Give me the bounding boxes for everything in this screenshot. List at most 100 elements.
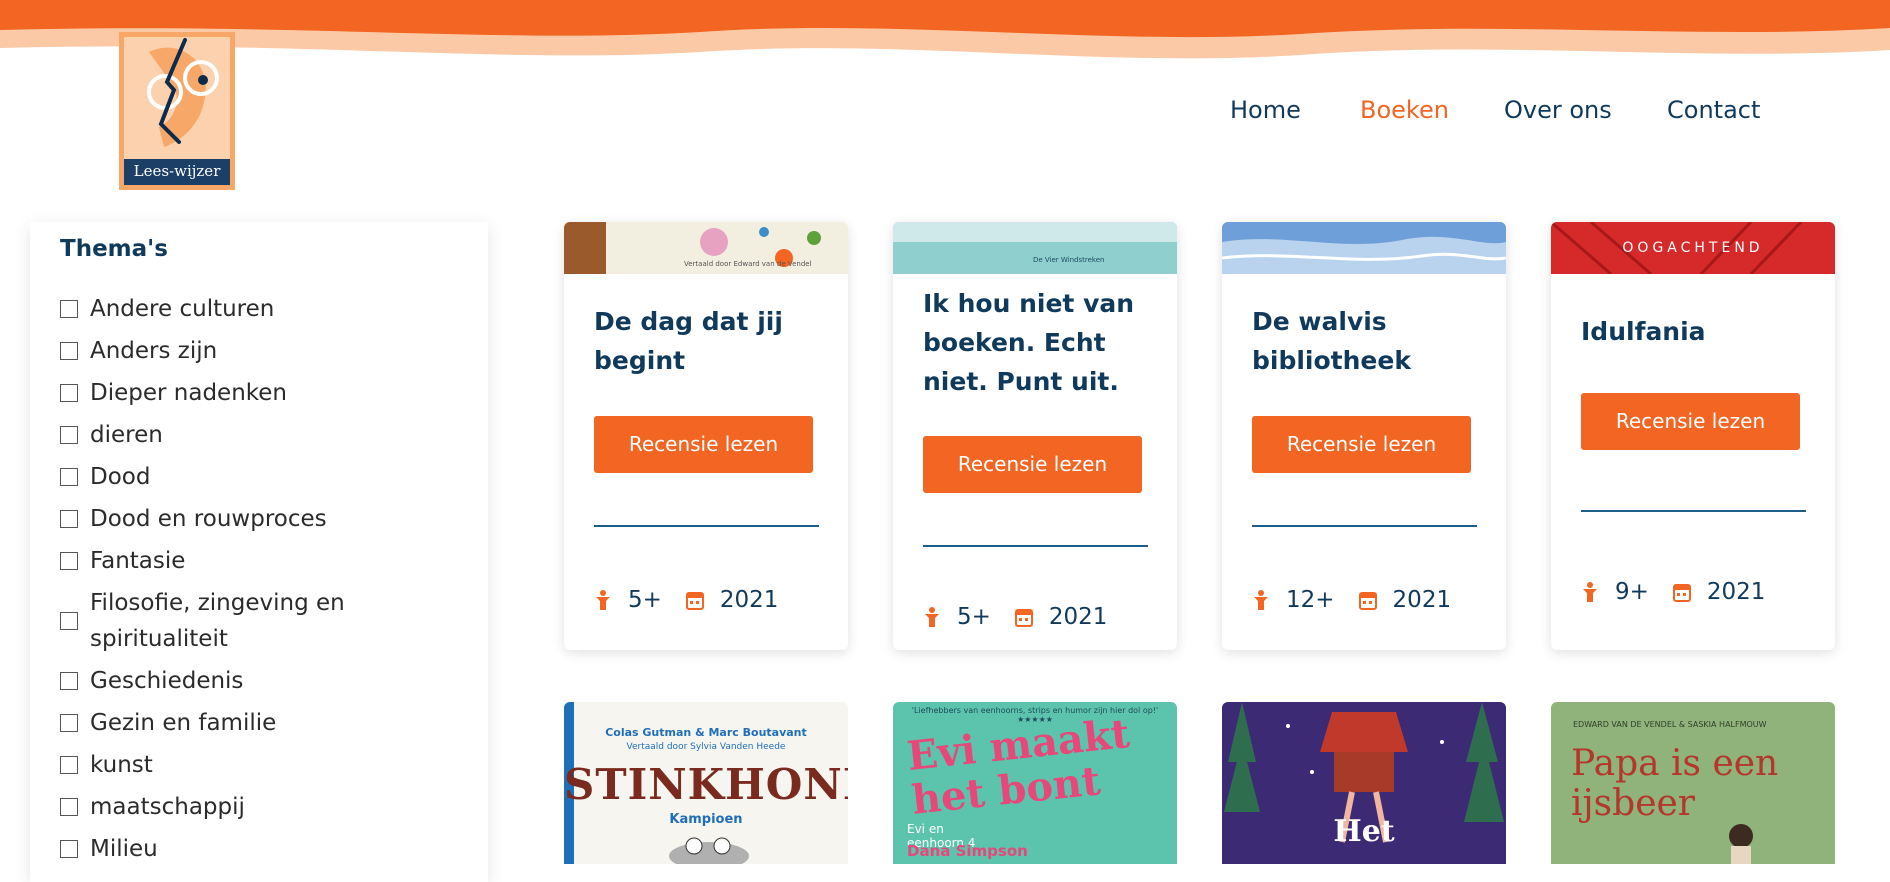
cover-author: Dana Simpson <box>907 842 1028 860</box>
book-card: De Vier Windstreken Ik hou niet van boek… <box>893 222 1177 650</box>
theme-filter-item[interactable]: Filosofie, zingeving en spiritualiteit <box>60 582 460 660</box>
book-card: De walvis bibliotheek Recensie lezen 12+… <box>1222 222 1506 650</box>
lees-wijzer-logo[interactable]: Lees-wijzer <box>119 32 235 190</box>
divider <box>1581 510 1806 512</box>
child-icon <box>925 607 939 627</box>
theme-label: Andere culturen <box>90 296 275 322</box>
theme-label: Dood en rouwproces <box>90 506 327 532</box>
cover-title: Het <box>1333 814 1395 849</box>
read-review-button[interactable]: Recensie lezen <box>923 436 1142 493</box>
book-card-cover[interactable]: EDWARD VAN DE VENDEL & SASKIA HALFMOUW P… <box>1551 702 1835 864</box>
calendar-icon <box>1358 592 1377 610</box>
book-card-cover[interactable]: Het <box>1222 702 1506 864</box>
year-value: 2021 <box>719 587 779 613</box>
cover-illustration <box>1729 824 1753 864</box>
book-meta: 12+ 2021 <box>1252 582 1475 618</box>
sidebar-title: Thema's <box>60 236 168 262</box>
year-value: 2021 <box>1048 604 1108 630</box>
theme-label: kunst <box>90 752 153 778</box>
theme-filter-item[interactable]: Gezin en familie <box>60 702 460 744</box>
theme-filter-item[interactable]: Milieu <box>60 828 460 870</box>
checkbox[interactable] <box>60 672 78 690</box>
year-value: 2021 <box>1706 579 1766 605</box>
nav-over-ons[interactable]: Over ons <box>1504 92 1612 128</box>
child-icon <box>1254 590 1268 610</box>
age-value: 9+ <box>1615 579 1649 605</box>
cover-text: OOGACHTEND <box>1622 240 1763 256</box>
header-wave <box>0 0 1890 59</box>
age-value: 12+ <box>1286 587 1335 613</box>
child-icon <box>1583 582 1597 602</box>
nav-boeken[interactable]: Boeken <box>1360 92 1449 128</box>
book-title[interactable]: Idulfania <box>1581 312 1811 351</box>
theme-label: Dood <box>90 464 151 490</box>
book-cover-image[interactable]: De Vier Windstreken <box>893 222 1177 274</box>
theme-label: Dieper nadenken <box>90 380 287 406</box>
cover-authors: Colas Gutman & Marc Boutavant <box>605 726 807 739</box>
theme-filter-item[interactable]: kunst <box>60 744 460 786</box>
book-card-cover[interactable]: Colas Gutman & Marc Boutavant Vertaald d… <box>564 702 848 864</box>
theme-label: Anders zijn <box>90 338 218 364</box>
theme-label: Fantasie <box>90 548 186 574</box>
child-icon <box>596 590 610 610</box>
nav-contact[interactable]: Contact <box>1667 92 1760 128</box>
theme-label: dieren <box>90 422 163 448</box>
theme-filter-item[interactable]: Anders zijn <box>60 330 460 372</box>
cover-text: Vertaald door Edward van de Vendel <box>684 260 812 268</box>
read-review-button[interactable]: Recensie lezen <box>1581 393 1800 450</box>
book-meta: 5+ 2021 <box>594 582 802 618</box>
book-title[interactable]: De walvis bibliotheek <box>1252 302 1482 380</box>
logo-text: Lees-wijzer <box>133 162 221 180</box>
cover-title: Evi maakt het bont <box>904 709 1132 824</box>
checkbox[interactable] <box>60 468 78 486</box>
book-card-cover[interactable]: 'Liefhebbers van eenhoorns, strips en hu… <box>893 702 1177 864</box>
book-meta: 9+ 2021 <box>1581 574 1789 610</box>
theme-filter-item[interactable]: Andere culturen <box>60 288 460 330</box>
cover-illustration <box>669 837 749 864</box>
calendar-icon <box>1672 584 1691 602</box>
theme-label: Filosofie, zingeving en spiritualiteit <box>90 590 345 652</box>
theme-filter-item[interactable]: maatschappij <box>60 786 460 828</box>
checkbox[interactable] <box>60 384 78 402</box>
theme-label: Geschiedenis <box>90 668 244 694</box>
cover-text: De Vier Windstreken <box>1033 256 1104 264</box>
theme-filter-item[interactable]: Geschiedenis <box>60 660 460 702</box>
theme-filter-item[interactable]: Dood <box>60 456 460 498</box>
theme-filter-item[interactable]: dieren <box>60 414 460 456</box>
cover-title: Papa is een ijsbeer <box>1571 743 1779 824</box>
year-value: 2021 <box>1392 587 1452 613</box>
calendar-icon <box>685 592 704 610</box>
book-title[interactable]: Ik hou niet van boeken. Echt niet. Punt … <box>923 284 1153 401</box>
checkbox[interactable] <box>60 756 78 774</box>
checkbox[interactable] <box>60 714 78 732</box>
checkbox[interactable] <box>60 798 78 816</box>
read-review-button[interactable]: Recensie lezen <box>1252 416 1471 473</box>
theme-filter-item[interactable]: Dieper nadenken <box>60 372 460 414</box>
theme-filter-item[interactable]: Dood en rouwproces <box>60 498 460 540</box>
book-card: Vertaald door Edward van de Vendel De da… <box>564 222 848 650</box>
checkbox[interactable] <box>60 612 78 630</box>
book-cover-image[interactable] <box>1222 222 1506 274</box>
checkbox[interactable] <box>60 300 78 318</box>
book-meta: 5+ 2021 <box>923 599 1131 635</box>
theme-label: maatschappij <box>90 794 245 820</box>
checkbox[interactable] <box>60 510 78 528</box>
theme-filter-item[interactable]: Fantasie <box>60 540 460 582</box>
age-value: 5+ <box>628 587 662 613</box>
checkbox[interactable] <box>60 552 78 570</box>
book-title[interactable]: De dag dat jij begint <box>594 302 824 380</box>
theme-list: Andere culturen Anders zijn Dieper naden… <box>60 288 460 870</box>
checkbox[interactable] <box>60 342 78 360</box>
theme-filter-sidebar: Thema's Andere culturen Anders zijn Diep… <box>30 222 488 882</box>
checkbox[interactable] <box>60 426 78 444</box>
book-cover-image[interactable]: Vertaald door Edward van de Vendel <box>564 222 848 274</box>
divider <box>923 545 1148 547</box>
book-cover-image[interactable]: OOGACHTEND <box>1551 222 1835 274</box>
checkbox[interactable] <box>60 840 78 858</box>
divider <box>594 525 819 527</box>
theme-label: Gezin en familie <box>90 710 277 736</box>
cover-title: STINKHOND <box>564 760 848 809</box>
read-review-button[interactable]: Recensie lezen <box>594 416 813 473</box>
cover-authors: EDWARD VAN DE VENDEL & SASKIA HALFMOUW <box>1573 720 1767 729</box>
nav-home[interactable]: Home <box>1230 92 1301 128</box>
